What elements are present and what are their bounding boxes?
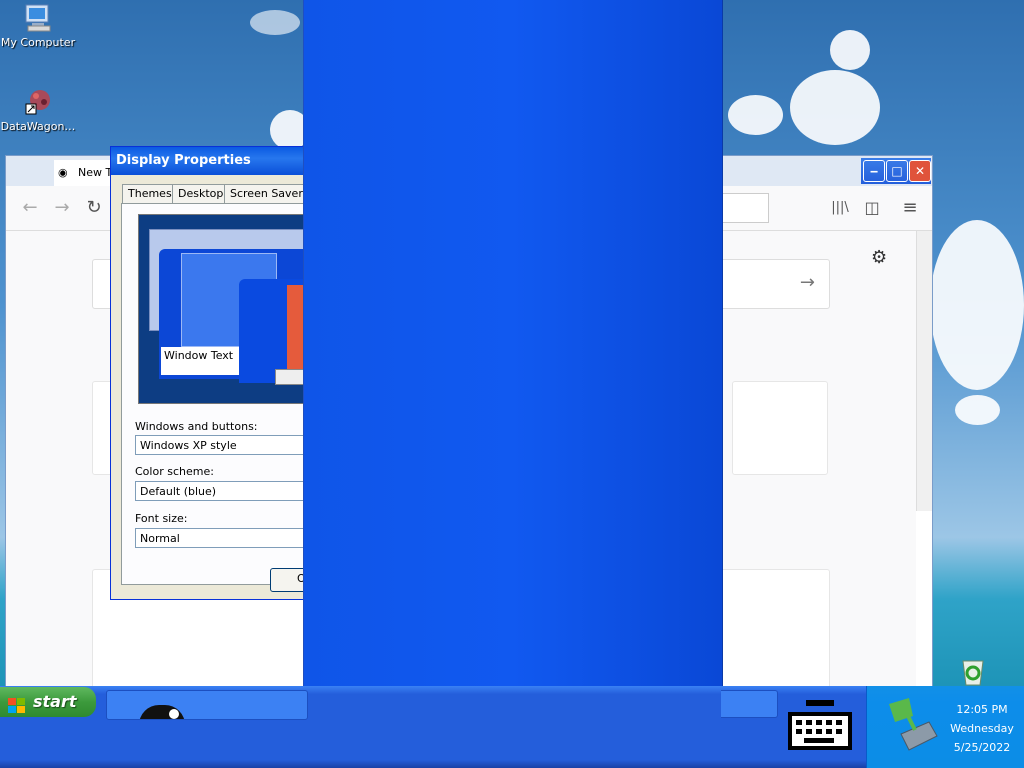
clock-date: 5/25/2022 xyxy=(953,741,1011,754)
maximize-button[interactable]: □ xyxy=(886,160,908,182)
dialog-title: Display Properties xyxy=(111,147,311,175)
cloud xyxy=(955,395,1000,425)
display-properties-dialog: Display Properties Themes Desktop Screen… xyxy=(110,146,312,600)
cloud xyxy=(728,95,783,135)
font-size-label: Font size: xyxy=(135,512,188,525)
cloud xyxy=(930,220,1024,390)
desktop-icon-my-computer[interactable]: My Computer xyxy=(0,2,76,49)
network-tray-icon[interactable] xyxy=(879,694,943,754)
font-size-select[interactable]: Normal xyxy=(135,528,311,548)
taskbar-clock[interactable]: 12:05 PM Wednesday 5/25/2022 xyxy=(946,700,1018,757)
desktop-icon-label: My Computer xyxy=(0,36,76,49)
firefox-icon: ◉ xyxy=(58,166,68,179)
taskbar-button-app[interactable] xyxy=(106,690,308,720)
cloud xyxy=(790,70,880,145)
computer-icon xyxy=(22,2,54,34)
cloud xyxy=(830,30,870,70)
preview-message-box xyxy=(239,279,311,385)
top-site-tile[interactable] xyxy=(732,381,828,475)
windows-buttons-select[interactable]: Windows XP style xyxy=(135,435,311,455)
sidebar-button[interactable]: ◫ xyxy=(858,194,886,222)
start-label: start xyxy=(33,692,77,711)
close-button[interactable]: ✕ xyxy=(909,160,931,182)
app-mascot-icon xyxy=(139,705,185,719)
desktop-icon-label: DataWagon… xyxy=(0,120,76,133)
color-scheme-label: Color scheme: xyxy=(135,465,214,478)
tab-desktop[interactable]: Desktop xyxy=(172,184,230,203)
search-go-arrow-icon[interactable]: → xyxy=(800,272,815,293)
recycle-bin-icon[interactable] xyxy=(956,655,990,687)
keyboard-icon[interactable] xyxy=(786,694,854,752)
settings-gear-icon[interactable]: ⚙ xyxy=(871,247,887,268)
blank-window-panel xyxy=(303,0,723,768)
forward-button[interactable]: → xyxy=(48,194,76,222)
back-button[interactable]: ← xyxy=(16,194,44,222)
cloud xyxy=(250,10,300,35)
tab-themes[interactable]: Themes xyxy=(122,184,178,203)
start-button[interactable]: start xyxy=(0,687,96,717)
clock-time: 12:05 PM xyxy=(956,703,1008,716)
shortcut-icon xyxy=(22,86,54,118)
minimize-button[interactable]: ‒ xyxy=(863,160,885,182)
clock-day: Wednesday xyxy=(950,722,1014,735)
appearance-panel: Window Text Windows and buttons: Windows… xyxy=(121,203,311,585)
desktop-icon-datawagon[interactable]: DataWagon… xyxy=(0,86,76,133)
library-button[interactable]: |||\ xyxy=(826,194,854,222)
color-scheme-select[interactable]: Default (blue) xyxy=(135,481,311,501)
taskbar: start 12:05 PM Wednesday 5/25/2022 xyxy=(0,686,1024,768)
tab-screen-saver[interactable]: Screen Saver xyxy=(224,184,309,203)
preview-window-text: Window Text xyxy=(161,347,239,375)
windows-buttons-label: Windows and buttons: xyxy=(135,420,258,433)
appearance-preview: Window Text xyxy=(138,214,311,404)
vertical-scrollbar[interactable] xyxy=(916,231,932,511)
windows-logo-icon xyxy=(8,694,26,713)
browser-window-controls: ‒ □ ✕ xyxy=(861,158,931,184)
reload-button[interactable]: ↻ xyxy=(80,194,108,222)
taskbar-button-right[interactable] xyxy=(721,690,778,718)
menu-button[interactable]: ≡ xyxy=(896,194,924,222)
